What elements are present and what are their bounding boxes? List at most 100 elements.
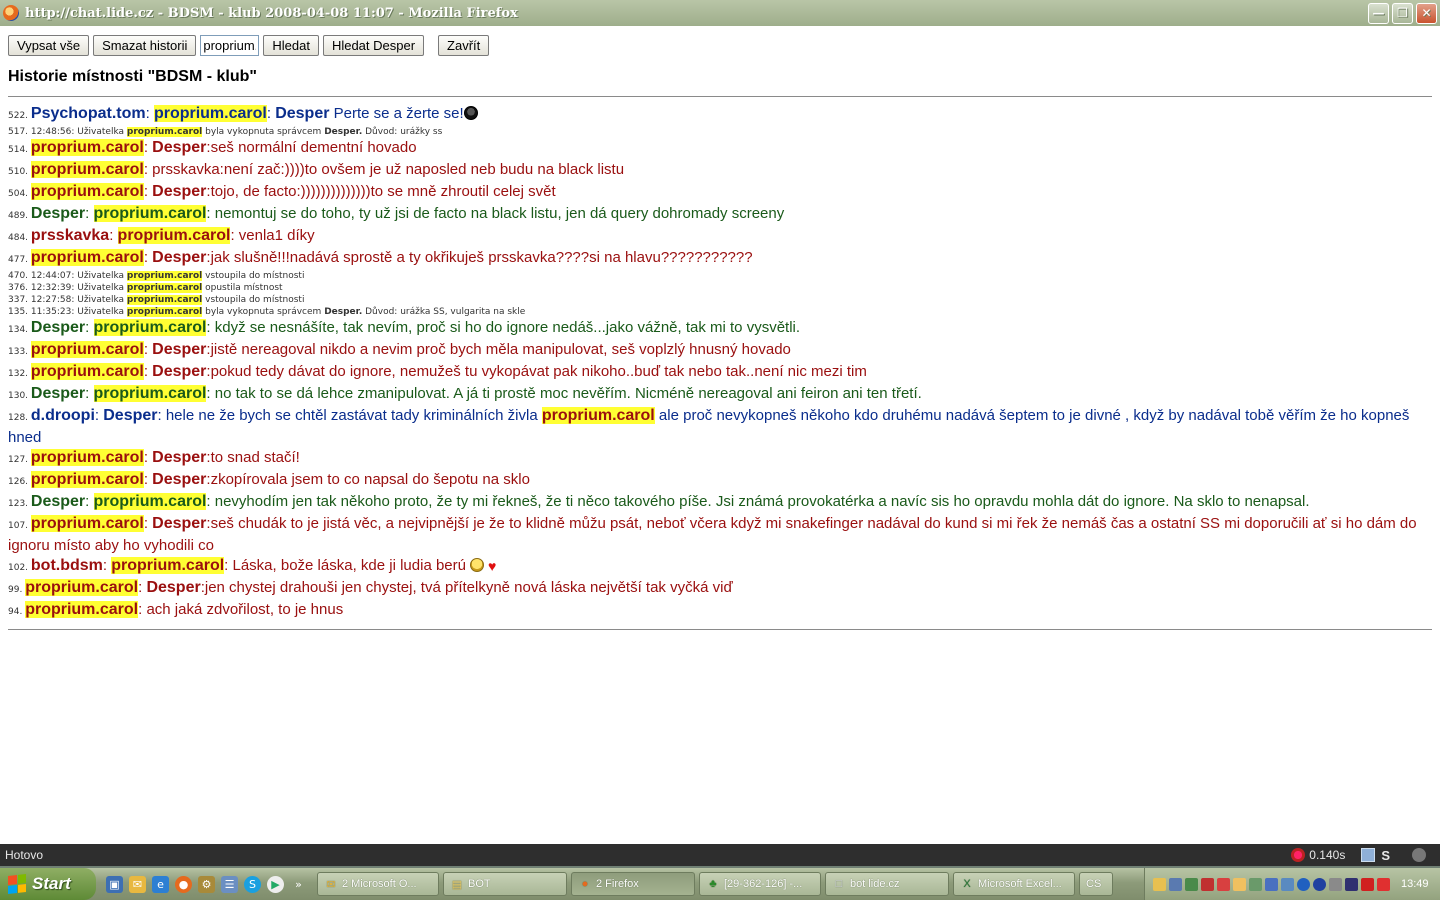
system-reason: Důvod: urážky ss [365, 127, 443, 137]
sender-name[interactable]: d.droopi [31, 407, 95, 424]
system-message: 376. 12:32:39: Uživatelka proprium.carol… [8, 282, 1432, 294]
search-input[interactable] [200, 34, 260, 56]
minimize-button[interactable]: — [1368, 2, 1389, 24]
info-tray-icon[interactable] [1297, 877, 1310, 891]
notepad-icon[interactable]: ☰ [221, 875, 238, 893]
volume-tray-icon[interactable] [1201, 877, 1214, 891]
restore-button[interactable]: ❐ [1392, 2, 1413, 24]
close-button[interactable]: Zavřít [438, 34, 490, 56]
recipient-name[interactable]: Desper [103, 407, 157, 424]
message-time: 12:27:58: [30, 295, 78, 305]
sender-name[interactable]: Desper [31, 385, 85, 402]
taskbar-item[interactable]: ● 2 Firefox [571, 872, 695, 896]
sender-name[interactable]: proprium.carol [30, 515, 144, 532]
recipient-name[interactable]: proprium.carol [93, 385, 207, 402]
bug-tray-icon[interactable] [1249, 877, 1262, 891]
taskbar-item[interactable]: ✉ 2 Microsoft O... [317, 872, 439, 896]
network-tray-icon[interactable] [1169, 877, 1182, 891]
sender-name[interactable]: proprium.carol [30, 139, 144, 156]
quick-launch: ▣ ✉ e ● ⚙ ☰ S ▶ » [106, 875, 313, 893]
outlook-icon: ✉ [326, 878, 336, 891]
expand-quicklaunch-icon[interactable]: » [290, 876, 307, 893]
firefox-icon: ● [581, 878, 589, 890]
recipient-name[interactable]: Desper [152, 341, 206, 358]
recipient-name[interactable]: Desper [146, 579, 200, 596]
sender-name[interactable]: proprium.carol [25, 579, 139, 596]
taskbar-item[interactable]: CS [1079, 872, 1113, 896]
sender-name[interactable]: bot.bdsm [31, 557, 103, 574]
system-prefix: Uživatelka [77, 271, 127, 281]
display-tray-icon[interactable] [1265, 877, 1278, 891]
system-user-name: proprium.carol [126, 283, 203, 293]
separator: : [102, 557, 112, 574]
grid-icon[interactable] [1361, 848, 1376, 862]
skype-icon[interactable]: S [244, 875, 261, 893]
sender-name[interactable]: proprium.carol [30, 249, 144, 266]
separator: : [143, 515, 153, 532]
sender-name[interactable]: Desper [31, 205, 85, 222]
recipient-name[interactable]: proprium.carol [111, 557, 225, 574]
recipient-name[interactable]: Desper [152, 249, 206, 266]
separator: : [143, 471, 153, 488]
skype-status[interactable]: S [1381, 848, 1390, 863]
find-button[interactable]: Hledat [263, 34, 319, 56]
recipient-name[interactable]: Desper [152, 449, 206, 466]
outlook-icon[interactable]: ✉ [129, 875, 146, 893]
show-desktop-icon[interactable]: ▣ [106, 875, 123, 893]
message-number: 484. [8, 233, 31, 243]
ati-tray-icon[interactable] [1361, 877, 1374, 891]
mail-tray-icon[interactable] [1153, 877, 1166, 891]
sender-name[interactable]: Desper [31, 493, 85, 510]
recipient-name[interactable]: proprium.carol [117, 227, 231, 244]
outlook-tray-icon[interactable] [1233, 877, 1246, 891]
recipient-name[interactable]: Desper [152, 471, 206, 488]
recipient-name[interactable]: proprium.carol [93, 205, 207, 222]
usb-tray-icon[interactable] [1345, 877, 1358, 891]
find-desper-button[interactable]: Hledat Desper [322, 34, 425, 56]
sender-name[interactable]: proprium.carol [30, 363, 144, 380]
close-window-button[interactable]: ✕ [1416, 2, 1437, 24]
sender-name[interactable]: Psychopat.tom [31, 105, 146, 122]
monitor-tray-icon[interactable] [1281, 877, 1294, 891]
security-tray-icon[interactable] [1377, 877, 1390, 891]
taskbar-item[interactable]: □ bot lide.cz [825, 872, 949, 896]
shield-tray-icon[interactable] [1217, 877, 1230, 891]
sender-name[interactable]: proprium.carol [25, 601, 139, 618]
sync-tray-icon[interactable] [1329, 877, 1342, 891]
page-title: Historie místnosti "BDSM - klub" [8, 68, 257, 85]
window-titlebar[interactable]: http://chat.lide.cz - BDSM - klub 2008-0… [0, 0, 1440, 26]
document-icon: □ [835, 878, 843, 890]
firefox-icon[interactable]: ● [175, 875, 192, 893]
clear-history-button[interactable]: Smazat historii [93, 34, 197, 56]
recipient-name[interactable]: proprium.carol [93, 319, 207, 336]
sender-name[interactable]: proprium.carol [30, 183, 144, 200]
recipient-name[interactable]: proprium.carol [153, 105, 267, 122]
sender-name[interactable]: proprium.carol [30, 449, 144, 466]
recipient-name[interactable]: proprium.carol [93, 493, 207, 510]
recipient-name[interactable]: Desper [152, 515, 206, 532]
recipient-name[interactable]: Desper [152, 139, 206, 156]
ie-icon[interactable]: e [152, 875, 169, 893]
media-player-icon[interactable]: ▶ [267, 875, 284, 893]
message-text: jak slušně!!!nadává sprostě a ty okřikuj… [210, 249, 753, 266]
adblock-icon[interactable] [1412, 848, 1426, 862]
recipient-name[interactable]: Desper [152, 363, 206, 380]
sender-name[interactable]: prsskavka [31, 227, 109, 244]
sender-name[interactable]: proprium.carol [30, 161, 144, 178]
taskbar-item[interactable]: ♣ [29-362-126] -... [699, 872, 821, 896]
recipient-name[interactable]: Desper [152, 183, 206, 200]
taskbar-item[interactable]: X Microsoft Excel... [953, 872, 1075, 896]
message-time: 12:48:56: [30, 127, 78, 137]
bluetooth-tray-icon[interactable] [1313, 877, 1326, 891]
show-all-button[interactable]: Vypsat vše [8, 34, 90, 56]
start-button[interactable]: Start [0, 868, 96, 900]
sender-name[interactable]: proprium.carol [30, 341, 144, 358]
message-time: 12:44:07: [30, 271, 78, 281]
sender-name[interactable]: proprium.carol [30, 471, 144, 488]
recipient-name[interactable]: Desper [275, 105, 329, 122]
sender-name[interactable]: Desper [31, 319, 85, 336]
taskbar-item[interactable]: ▤ BOT [443, 872, 567, 896]
network-icon[interactable]: ⚙ [198, 875, 215, 893]
message-number: 504. [8, 189, 31, 199]
tool-tray-icon[interactable] [1185, 877, 1198, 891]
